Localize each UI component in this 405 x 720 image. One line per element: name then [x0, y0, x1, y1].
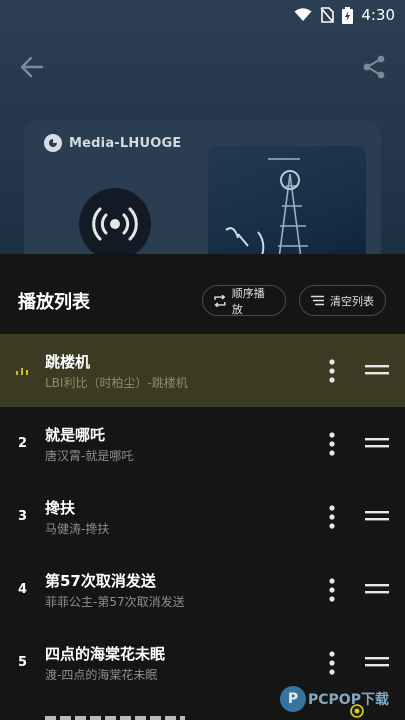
repeat-order-icon: [214, 294, 226, 307]
clear-list-icon: [311, 295, 324, 306]
song-subtitle: LBI利比（时柏尘）-跳楼机: [45, 376, 188, 390]
playlist-row[interactable]: 3 搀扶 马健涛-搀扶: [0, 480, 405, 553]
clear-list-label: 清空列表: [330, 294, 374, 308]
song-title: 四点的海棠花未眠: [45, 645, 166, 663]
floating-target-icon[interactable]: [350, 704, 364, 718]
song-subtitle: 菲菲公主-第57次取消发送: [45, 595, 185, 609]
clear-list-button[interactable]: 清空列表: [299, 285, 386, 316]
playlist-row[interactable]: 跳楼机 LBI利比（时柏尘）-跳楼机: [0, 334, 405, 407]
more-vert-icon[interactable]: [327, 359, 337, 383]
drag-handle-icon[interactable]: [365, 656, 389, 668]
drag-handle-icon[interactable]: [365, 364, 389, 376]
watermark-text: PCPOP下载: [308, 692, 389, 708]
play-order-button[interactable]: 顺序播放: [202, 285, 286, 316]
more-vert-icon[interactable]: [327, 505, 337, 529]
drag-handle-icon[interactable]: [365, 583, 389, 595]
brand: Media-LHUOGE: [44, 134, 181, 152]
song-subtitle: 渡-四点的海棠花未眠: [45, 668, 158, 682]
playlist-row[interactable]: 2 就是哪吒 唐汉霄-就是哪吒: [0, 407, 405, 480]
back-arrow-icon[interactable]: [18, 53, 46, 81]
row-index: 3: [18, 509, 28, 524]
watermark: P PCPOP下载: [280, 684, 389, 714]
status-bar: 4:30: [294, 4, 395, 26]
playlist-row[interactable]: 4 第57次取消发送 菲菲公主-第57次取消发送: [0, 553, 405, 626]
drag-handle-icon[interactable]: [365, 437, 389, 449]
cast-icon: [92, 207, 138, 241]
playlist-title: 播放列表: [18, 292, 90, 313]
more-vert-icon[interactable]: [327, 578, 337, 602]
clock: 4:30: [361, 6, 395, 24]
brand-logo-icon: [44, 134, 62, 152]
now-playing-indicator-icon: [16, 368, 28, 375]
drag-handle-icon[interactable]: [365, 510, 389, 522]
row-index: 2: [18, 436, 28, 451]
song-title: 跳楼机: [45, 353, 91, 371]
song-title: 就是哪吒: [45, 426, 106, 444]
cast-disc[interactable]: [79, 188, 151, 260]
more-vert-icon[interactable]: [327, 651, 337, 675]
album-art-tower: [225, 158, 308, 266]
share-icon[interactable]: [361, 54, 387, 80]
play-order-label: 顺序播放: [231, 286, 265, 316]
next-row-partial: [45, 716, 185, 720]
row-index: 5: [18, 655, 28, 670]
album-cover: [208, 146, 366, 266]
song-subtitle: 唐汉霄-就是哪吒: [45, 449, 134, 463]
brand-text: Media-LHUOGE: [69, 135, 182, 151]
no-sim-icon: [320, 7, 335, 23]
playlist-sheet: 播放列表 顺序播放 清空列表 跳楼机 LBI利比（时柏尘）-跳楼机 2 就是哪吒…: [0, 254, 405, 720]
row-index: 4: [18, 582, 28, 597]
song-title: 第57次取消发送: [45, 572, 156, 590]
more-vert-icon[interactable]: [327, 432, 337, 456]
wifi-icon: [294, 8, 312, 21]
watermark-logo-icon: P: [280, 686, 306, 712]
battery-charging-icon: [342, 6, 354, 24]
song-subtitle: 马健涛-搀扶: [45, 522, 110, 536]
song-title: 搀扶: [45, 499, 76, 517]
